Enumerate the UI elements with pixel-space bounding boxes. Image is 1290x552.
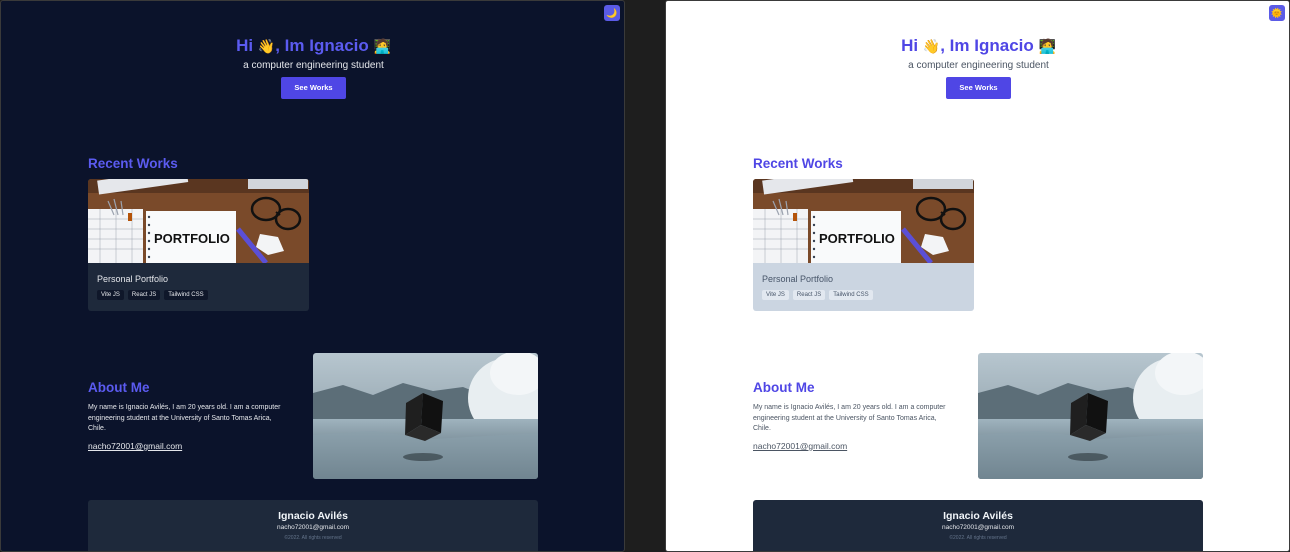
about-me-text: My name is Ignacio Avilés, I am 20 years…	[88, 404, 281, 432]
about-me-text: My name is Ignacio Avilés, I am 20 years…	[753, 404, 946, 432]
recent-works-title: Recent Works	[753, 156, 843, 171]
cube-landscape-image	[978, 353, 1203, 479]
hero-section: Hi 👋, Im Ignacio 🧑‍💻 a computer engineer…	[1, 36, 624, 99]
hero-subtitle: a computer engineering student	[908, 60, 1049, 71]
cube-landscape-image	[313, 353, 538, 479]
waving-hand-icon: 👋	[922, 38, 941, 54]
moon-icon: 🌙	[606, 7, 618, 18]
tag: React JS	[792, 290, 826, 300]
footer-name: Ignacio Avilés	[278, 510, 348, 522]
footer-email[interactable]: nacho72001@gmail.com	[753, 524, 1203, 531]
recent-works-title: Recent Works	[88, 156, 178, 171]
light-theme-preview: 🌞 Hi 👋, Im Ignacio 🧑‍💻 a computer engine…	[665, 0, 1290, 552]
hero-subtitle: a computer engineering student	[243, 60, 384, 71]
see-works-button[interactable]: See Works	[281, 77, 346, 99]
tag-list: Vite JS React JS Tailwind CSS	[97, 290, 208, 300]
theme-toggle-button[interactable]: 🌞	[1269, 5, 1285, 21]
about-me-title: About Me	[753, 380, 815, 395]
sun-icon: 🌞	[1271, 7, 1283, 18]
tag: Vite JS	[762, 290, 789, 300]
waving-hand-icon: 👋	[257, 38, 276, 54]
see-works-button[interactable]: See Works	[946, 77, 1011, 99]
footer-email[interactable]: nacho72001@gmail.com	[88, 524, 538, 531]
theme-toggle-button[interactable]: 🌙	[604, 5, 620, 21]
work-card-title: Personal Portfolio	[97, 274, 169, 284]
tag: Tailwind CSS	[829, 290, 873, 300]
tag: Vite JS	[97, 290, 124, 300]
hero-title: Hi 👋, Im Ignacio 🧑‍💻	[901, 36, 1056, 55]
technologist-icon: 🧑‍💻	[373, 38, 391, 54]
hero-section: Hi 👋, Im Ignacio 🧑‍💻 a computer engineer…	[666, 36, 1289, 99]
dark-theme-preview: 🌙 Hi 👋, Im Ignacio 🧑‍💻 a computer engine…	[0, 0, 625, 552]
svg-text:PORTFOLIO: PORTFOLIO	[154, 231, 230, 246]
work-card-title: Personal Portfolio	[762, 274, 834, 284]
portfolio-image: PORTFOLIO	[753, 179, 974, 263]
tag-list: Vite JS React JS Tailwind CSS	[762, 290, 873, 300]
work-card[interactable]: PORTFOLIO Personal Portfolio Vite JS Rea…	[88, 179, 309, 311]
about-me-title: About Me	[88, 380, 150, 395]
portfolio-image: PORTFOLIO	[88, 179, 309, 263]
work-card[interactable]: PORTFOLIO Personal Portfolio Vite JS Rea…	[753, 179, 974, 311]
hero-title: Hi 👋, Im Ignacio 🧑‍💻	[236, 36, 391, 55]
footer: Ignacio Avilés nacho72001@gmail.com ©202…	[753, 500, 1203, 551]
footer: Ignacio Avilés nacho72001@gmail.com ©202…	[88, 500, 538, 551]
footer-copyright: ©2022. All rights reserved	[949, 535, 1007, 541]
footer-name: Ignacio Avilés	[943, 510, 1013, 522]
tag: Tailwind CSS	[164, 290, 208, 300]
footer-copyright: ©2022. All rights reserved	[284, 535, 342, 541]
about-email-link[interactable]: nacho72001@gmail.com	[753, 441, 847, 451]
about-email-link[interactable]: nacho72001@gmail.com	[88, 441, 182, 451]
technologist-icon: 🧑‍💻	[1038, 38, 1056, 54]
svg-text:PORTFOLIO: PORTFOLIO	[819, 231, 895, 246]
tag: React JS	[127, 290, 161, 300]
